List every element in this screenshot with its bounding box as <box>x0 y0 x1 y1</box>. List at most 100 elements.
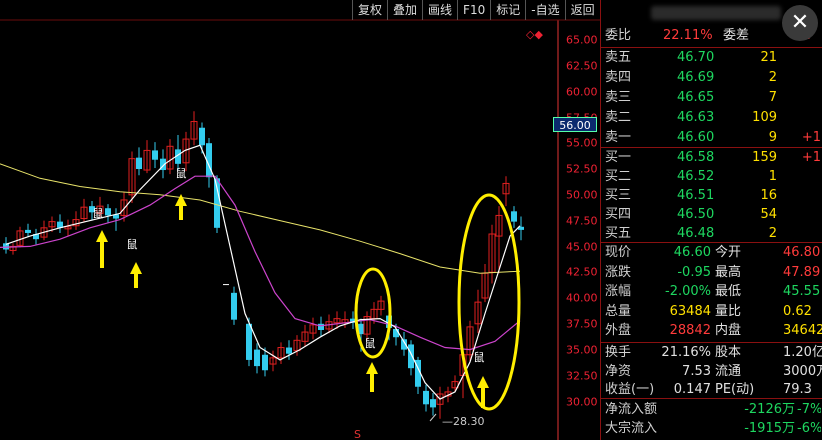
fund-row: 收益(一) 0.147 PE(动) 79.3 <box>605 380 821 400</box>
ask-price: 46.70 <box>677 50 715 65</box>
stat-value: 47.89 <box>783 264 821 280</box>
stat-label: 最高 <box>715 264 742 280</box>
flow-label: 净流入额 <box>605 402 658 417</box>
fund-row: 净资 7.53流通 3000万 <box>605 362 822 382</box>
stat-value: -0.95 <box>677 264 711 280</box>
chart-marker: ◇◆ <box>526 28 543 41</box>
stock-name-blurred <box>651 6 781 20</box>
divider <box>601 398 822 399</box>
up-arrow-icon <box>96 230 108 268</box>
bid-row: 买二 46.52 1 <box>605 167 821 187</box>
axis-tick: 50.00 <box>566 188 598 202</box>
stat-value: -2.00% <box>665 284 711 299</box>
up-arrow-icon <box>366 362 378 392</box>
fund-value: 7.53 <box>682 363 711 379</box>
axis-tick: 65.00 <box>566 33 598 47</box>
stat-label: 外盘 <box>605 323 632 338</box>
stat-value: 46.60 <box>673 245 711 260</box>
candle-body <box>199 127 205 146</box>
candle-body <box>423 390 429 405</box>
fund-value: 3000万 <box>783 363 822 379</box>
stat-label: 现价 <box>605 245 632 260</box>
ask-price: 46.63 <box>677 110 715 125</box>
ask-row: 卖二 46.63 109 <box>605 108 821 128</box>
close-button[interactable]: ✕ <box>782 5 818 41</box>
axis-tick: 40.00 <box>566 291 598 305</box>
flow-pct: -6% <box>797 421 821 436</box>
overlay-button[interactable]: 叠加 <box>387 0 422 20</box>
stat-value: 0.62 <box>783 303 812 319</box>
candle-body <box>254 349 260 367</box>
stat-label: 最低 <box>715 284 742 299</box>
fund-label: 股本 <box>715 345 742 360</box>
annotation-label: 鼠 <box>176 166 187 180</box>
candle-body <box>231 292 237 320</box>
candle-body <box>25 229 31 233</box>
stat-row: 现价 46.60 今开 46.80 <box>605 243 821 263</box>
quote-panel: 委比 22.11% 委差 84 卖五46.7021卖四46.692卖三46.65… <box>600 0 822 440</box>
flow-value: -1915万 <box>744 421 795 436</box>
ask-price: 46.69 <box>677 70 715 85</box>
axis-tick: 30.00 <box>566 395 598 409</box>
stat-row: 总量 63484 量比 0.62 <box>605 302 821 322</box>
weibi-label: 委比 <box>605 28 632 43</box>
bid-volume: 2 <box>768 226 777 241</box>
candle-body <box>408 344 414 369</box>
stat-row: 涨跌 -0.95 最高 47.89 <box>605 263 821 283</box>
stat-label: 量比 <box>715 303 742 319</box>
bid-price: 46.50 <box>677 207 715 222</box>
bid-price: 46.58 <box>677 150 715 165</box>
candle-body <box>246 323 252 360</box>
mark-button[interactable]: 标记 <box>490 0 525 20</box>
axis-tick: 52.50 <box>566 162 598 176</box>
axis-tick: 37.50 <box>566 317 598 331</box>
candlestick-chart[interactable]: 鼠鼠鼠鼠鼠—28.30S <box>0 0 600 440</box>
fund-value: 21.16% <box>661 345 711 360</box>
bid-row: 买三 46.51 16 <box>605 186 821 206</box>
low-price-label: —28.30 <box>442 415 485 428</box>
candle-body <box>511 211 517 222</box>
stat-value: 45.55 <box>783 284 821 299</box>
axis-tick: 32.50 <box>566 369 598 383</box>
fund-value: 79.3 <box>783 382 812 397</box>
ask-change: +1 <box>801 130 821 145</box>
stat-row: 外盘 28842 内盘 34642 <box>605 321 822 341</box>
price-axis: 65.00 62.50 60.00 57.50 55.00 52.50 50.0… <box>566 0 602 440</box>
bid-label: 买五 <box>605 226 632 241</box>
ask-row: 卖五 46.70 21 <box>605 48 821 68</box>
bid-price: 46.48 <box>677 226 715 241</box>
fund-label: 流通 <box>715 363 742 379</box>
candle-body <box>430 399 436 408</box>
annotation-label: 鼠 <box>127 237 138 251</box>
candle-body <box>105 208 111 216</box>
ma60-line <box>0 163 521 274</box>
draw-line-button[interactable]: 画线 <box>422 0 457 20</box>
s-marker: S <box>354 428 361 440</box>
stat-value: 46.80 <box>783 245 821 260</box>
fund-row: 换手 21.16% 股本 1.20亿 <box>605 343 822 363</box>
f10-button[interactable]: F10 <box>457 0 490 20</box>
fund-label: 收益(一) <box>605 382 655 397</box>
up-arrow-icon <box>130 262 142 288</box>
bid-volume: 54 <box>760 207 777 222</box>
ask-volume: 109 <box>752 110 777 125</box>
ask-price: 46.60 <box>677 130 715 145</box>
stat-value: 34642 <box>783 323 822 338</box>
bid-label: 买二 <box>605 169 632 184</box>
fund-value: 1.20亿 <box>783 345 822 360</box>
stat-label: 总量 <box>605 303 632 319</box>
axis-tick: 42.50 <box>566 265 598 279</box>
fuquan-button[interactable]: 复权 <box>352 0 387 20</box>
fund-label: 换手 <box>605 345 632 360</box>
ask-row: 卖四 46.69 2 <box>605 68 821 88</box>
bid-label: 买一 <box>605 150 632 165</box>
current-price-label: 56.00 <box>553 117 597 132</box>
flow-row: 净流入额 -2126万 -7% <box>605 400 821 420</box>
annotation-label: 鼠 <box>365 336 376 350</box>
weicha-label: 委差 <box>723 28 750 43</box>
ask-volume: 9 <box>768 130 777 145</box>
ask-label: 卖一 <box>605 130 632 145</box>
stat-value: 28842 <box>669 323 711 338</box>
bid-row: 买四 46.50 54 <box>605 205 821 225</box>
remove-watchlist-button[interactable]: -自选 <box>525 0 564 20</box>
